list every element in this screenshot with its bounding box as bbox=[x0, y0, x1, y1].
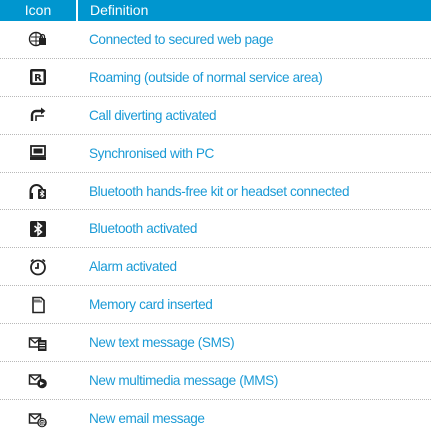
alarm-icon bbox=[0, 257, 76, 277]
call-divert-icon bbox=[0, 105, 76, 125]
row-definition: Synchronised with PC bbox=[89, 145, 214, 161]
table-row: R Roaming (outside of normal service are… bbox=[0, 59, 431, 97]
row-definition: Connected to secured web page bbox=[89, 31, 274, 47]
table-row: Memory card inserted bbox=[0, 286, 431, 325]
sms-icon bbox=[0, 333, 76, 353]
table-row: New multimedia message (MMS) bbox=[0, 362, 431, 400]
row-definition: New multimedia message (MMS) bbox=[89, 372, 278, 388]
icon-definition-table: Icon Definition Connected to secured web… bbox=[0, 0, 431, 438]
mms-icon bbox=[0, 370, 76, 390]
row-definition: New email message bbox=[89, 411, 205, 427]
table-row: Connected to secured web page bbox=[0, 21, 431, 59]
row-definition: Bluetooth hands-free kit or headset conn… bbox=[89, 183, 350, 199]
svg-text:R: R bbox=[34, 73, 42, 84]
row-definition: Bluetooth activated bbox=[89, 221, 198, 237]
pc-sync-icon bbox=[0, 143, 76, 163]
table-row: Call diverting activated bbox=[0, 97, 431, 135]
header-icon-column: Icon bbox=[24, 2, 52, 18]
header-definition-column: Definition bbox=[90, 2, 149, 18]
table-row: Bluetooth activated bbox=[0, 210, 431, 249]
svg-text:@: @ bbox=[38, 418, 46, 427]
table-row: Alarm activated bbox=[0, 248, 431, 287]
row-definition: New text message (SMS) bbox=[89, 335, 235, 351]
table-row: New text message (SMS) bbox=[0, 324, 431, 363]
memory-card-icon bbox=[0, 295, 76, 315]
row-definition: Roaming (outside of normal service area) bbox=[89, 69, 323, 85]
secured-web-icon bbox=[0, 29, 76, 49]
table-row: Bluetooth hands-free kit or headset conn… bbox=[0, 173, 431, 211]
table-header: Icon Definition bbox=[0, 0, 431, 21]
row-definition: Alarm activated bbox=[89, 259, 177, 275]
table-row: @ New email message bbox=[0, 400, 431, 438]
bluetooth-icon bbox=[0, 219, 76, 239]
roaming-icon: R bbox=[0, 67, 76, 87]
row-definition: Call diverting activated bbox=[89, 107, 217, 123]
table-row: Synchronised with PC bbox=[0, 135, 431, 173]
email-icon: @ bbox=[0, 409, 76, 429]
row-definition: Memory card inserted bbox=[89, 297, 213, 313]
bluetooth-headset-icon bbox=[0, 181, 76, 201]
